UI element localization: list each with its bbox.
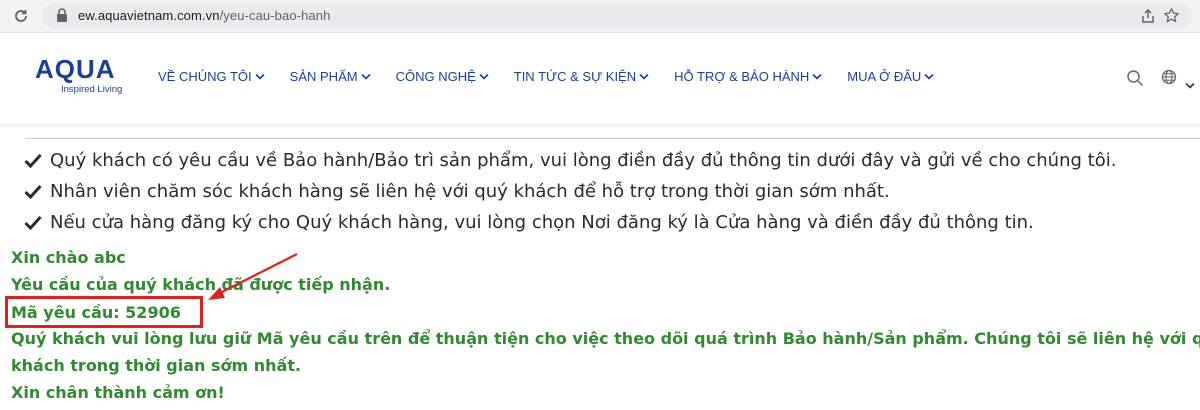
annotation-arrow	[208, 253, 298, 300]
